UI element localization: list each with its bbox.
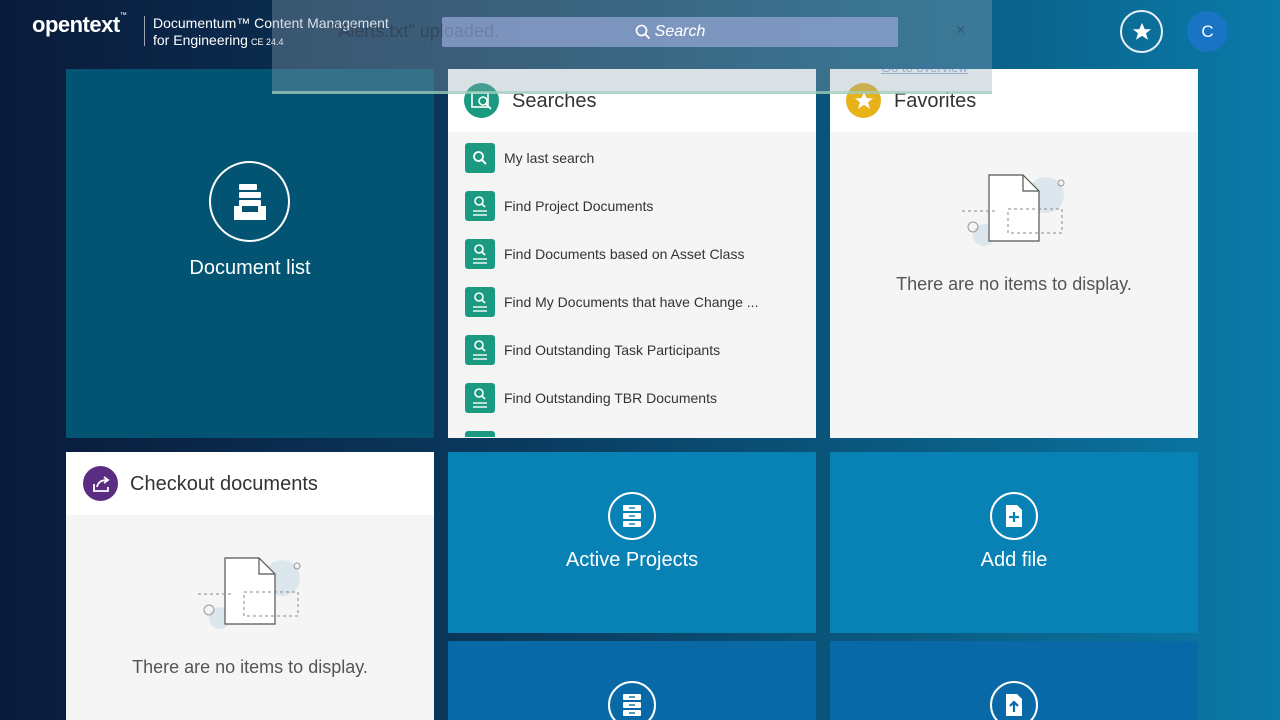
favorites-tile: Favorites There are no items to display.: [830, 69, 1198, 438]
list-item[interactable]: My last search: [465, 143, 594, 173]
search-item-label: Find Outstanding Task Participants: [504, 342, 721, 358]
favorites-empty-text: There are no items to display.: [896, 274, 1132, 294]
upload-file-icon: [990, 681, 1038, 720]
search-item-label: My last search: [504, 150, 595, 166]
document-list-tile[interactable]: Document list: [66, 69, 434, 438]
product-name-line2: for Engineering: [153, 32, 248, 48]
favorites-button[interactable]: [1120, 10, 1163, 53]
document-list-label: Document list: [189, 257, 311, 279]
logo-divider: [144, 16, 145, 46]
cabinet-icon: [608, 492, 656, 540]
list-item[interactable]: Find Outstanding Task Participants: [465, 335, 720, 365]
search-icon: [635, 24, 650, 40]
searches-tile: Searches My last search Find Project Doc…: [448, 69, 816, 438]
opentext-logo[interactable]: opentext™: [32, 12, 127, 38]
checkout-documents-tile: Checkout documents There are no items to…: [66, 452, 434, 720]
user-avatar[interactable]: C: [1187, 11, 1228, 52]
cabinet-icon: [608, 681, 656, 720]
empty-state-illustration: [198, 557, 301, 629]
checkout-empty-text: There are no items to display.: [132, 657, 368, 677]
saved-query-icon: [465, 191, 495, 221]
active-projects-tile[interactable]: Active Projects: [448, 452, 816, 633]
saved-query-icon: [465, 335, 495, 365]
add-file-icon: [990, 492, 1038, 540]
star-icon: [1132, 22, 1151, 40]
search-item-label: Find Documents based on Asset Class: [504, 246, 745, 262]
list-item[interactable]: Find Outstanding TBR Documents: [465, 383, 717, 413]
empty-state-illustration: [962, 174, 1065, 246]
saved-query-icon: [465, 239, 495, 269]
search-placeholder: Search: [654, 23, 706, 40]
add-file-label: Add file: [980, 549, 1048, 571]
searches-list[interactable]: My last search Find Project Documents Fi…: [448, 132, 816, 437]
saved-query-icon: [465, 383, 495, 413]
close-icon[interactable]: ×: [956, 22, 965, 40]
upload-toast: "Alerts.txt" uploaded. × Go to overview: [272, 0, 992, 94]
go-to-overview-link[interactable]: Go to overview: [881, 60, 968, 75]
upload-file-tile[interactable]: [830, 641, 1198, 720]
list-item[interactable]: Find Project Documents: [465, 191, 653, 221]
list-item[interactable]: Find Documents based on Asset Class: [465, 239, 744, 269]
active-projects-label: Active Projects: [565, 549, 699, 571]
cabinet-tile[interactable]: [448, 641, 816, 720]
search-item-label: Find Project Documents: [504, 198, 654, 214]
search-item-label: Find Outstanding TBR Documents: [504, 390, 717, 406]
checkout-icon: [83, 466, 118, 501]
add-file-tile[interactable]: Add file: [830, 452, 1198, 633]
saved-query-icon: [465, 287, 495, 317]
saved-query-icon: [465, 431, 495, 437]
search-icon: [465, 143, 495, 173]
search-item-label: Find My Documents that have Change ...: [504, 294, 759, 310]
list-item[interactable]: [465, 431, 504, 437]
checkout-header[interactable]: Checkout documents: [66, 452, 434, 515]
list-item[interactable]: Find My Documents that have Change ...: [465, 287, 758, 317]
document-list-icon: [209, 161, 290, 242]
search-input-overlay[interactable]: Search: [442, 17, 898, 47]
checkout-title: Checkout documents: [130, 473, 318, 495]
